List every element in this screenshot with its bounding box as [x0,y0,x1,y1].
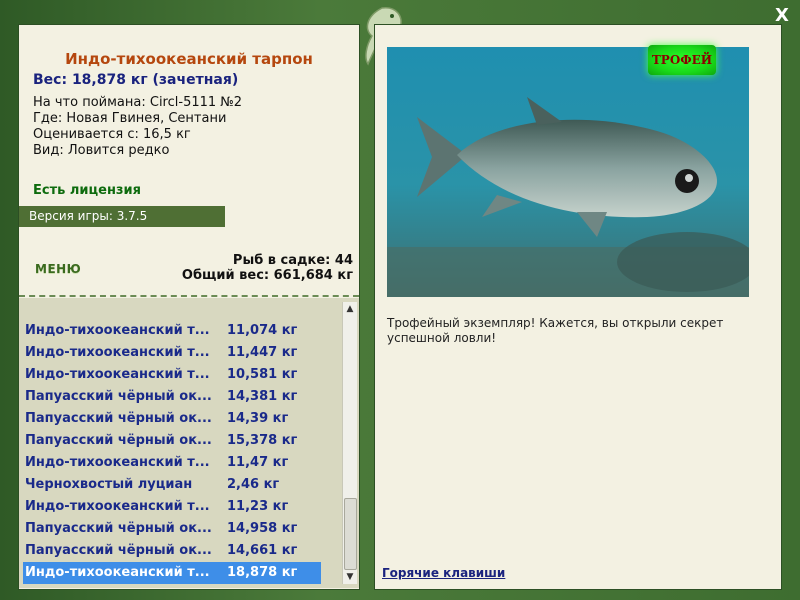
catch-fish-weight: 14,39 кг [227,411,289,426]
catch-fish-name: Папуасский чёрный ок... [25,521,212,536]
catch-list-row[interactable]: Индо-тихоокеанский т... 11,23 кг [23,496,321,518]
catch-fish-name: Индо-тихоокеанский т... [25,323,210,338]
catch-fish-name: Папуасский чёрный ок... [25,389,212,404]
catch-fish-name: Индо-тихоокеанский т... [25,345,210,360]
catch-list-row[interactable]: Папуасский чёрный ок... 14,39 кг [23,408,321,430]
bait-info: На что поймана: Circl-5111 №2 [33,95,243,110]
catch-fish-weight: 14,661 кг [227,543,298,558]
catch-fish-weight: 11,47 кг [227,455,289,470]
scrollbar[interactable]: ▲ ▼ [342,302,357,584]
fish-photo [387,47,749,297]
location-info: Где: Новая Гвинея, Сентани [33,111,227,126]
trophy-badge: ТРОФЕЙ [648,45,716,75]
game-window: X Индо-тихоокеанский тарпон Вес: 18,878 … [0,0,800,600]
close-button[interactable]: X [772,6,792,26]
total-weight: Общий вес: 661,684 кг [181,268,353,283]
catch-fish-name: Чернохвостый луциан [25,477,193,492]
fish-title: Индо-тихоокеанский тарпон [65,50,313,68]
catch-list-row[interactable]: Индо-тихоокеанский т... 11,47 кг [23,452,321,474]
catch-list-row[interactable]: Папуасский чёрный ок... 15,378 кг [23,430,321,452]
catch-fish-name: Индо-тихоокеанский т... [25,367,210,382]
catch-fish-weight: 15,378 кг [227,433,298,448]
fish-weight: Вес: 18,878 кг (зачетная) [33,72,239,88]
catch-list-row[interactable]: Папуасский чёрный ок... 14,381 кг [23,386,321,408]
fish-count: Рыб в садке: 44 [232,253,353,268]
catch-fish-weight: 2,46 кг [227,477,280,492]
catch-fish-weight: 10,581 кг [227,367,298,382]
catch-list-row[interactable]: Чернохвостый луциан 2,46 кг [23,474,321,496]
game-version: Версия игры: 3.7.5 [19,206,225,227]
trophy-label: ТРОФЕЙ [651,53,713,67]
divider [19,295,359,297]
license-status: Есть лицензия [33,183,141,198]
catch-list-row[interactable]: Индо-тихоокеанский т... 11,074 кг [23,320,321,342]
rarity-info: Вид: Ловится редко [33,143,170,158]
catch-list-row[interactable]: Индо-тихоокеанский т... 18,878 кг [23,562,321,584]
catch-fish-weight: 14,958 кг [227,521,298,536]
fish-view-panel: ТРОФЕЙ Трофейный экземпляр! Кажется, вы … [374,24,782,590]
catch-list-row[interactable]: Папуасский чёрный ок... 14,958 кг [23,518,321,540]
catch-fish-weight: 11,23 кг [227,499,289,514]
catch-fish-weight: 14,381 кг [227,389,298,404]
catch-list-row[interactable]: Папуасский чёрный ок... 14,661 кг [23,540,321,562]
catch-fish-weight: 11,447 кг [227,345,298,360]
trophy-caption: Трофейный экземпляр! Кажется, вы открыли… [387,316,724,345]
hotkeys-link[interactable]: Горячие клавиши [382,566,505,580]
catch-fish-name: Индо-тихоокеанский т... [25,455,210,470]
valued-info: Оценивается с: 16,5 кг [33,127,191,142]
scroll-thumb[interactable] [344,498,357,570]
catch-fish-name: Папуасский чёрный ок... [25,433,212,448]
scroll-up-icon[interactable]: ▲ [343,302,357,316]
catch-list-row[interactable]: Индо-тихоокеанский т... 11,447 кг [23,342,321,364]
catch-fish-name: Индо-тихоокеанский т... [25,565,210,580]
info-panel: Индо-тихоокеанский тарпон Вес: 18,878 кг… [18,24,360,590]
catch-list: ▲ ▼ Индо-тихоокеанский т... 11,074 кг Индо… [19,298,359,588]
menu-button[interactable]: МЕНЮ [35,262,81,276]
catch-fish-weight: 11,074 кг [227,323,298,338]
keepnet-stats: Рыб в садке: 44 Общий вес: 661,684 кг [182,253,353,283]
scroll-down-icon[interactable]: ▼ [343,570,357,584]
catch-fish-name: Папуасский чёрный ок... [25,543,212,558]
catch-fish-name: Индо-тихоокеанский т... [25,499,210,514]
catch-list-row[interactable]: Индо-тихоокеанский т... 10,581 кг [23,364,321,386]
catch-fish-name: Папуасский чёрный ок... [25,411,212,426]
catch-fish-weight: 18,878 кг [227,565,298,580]
